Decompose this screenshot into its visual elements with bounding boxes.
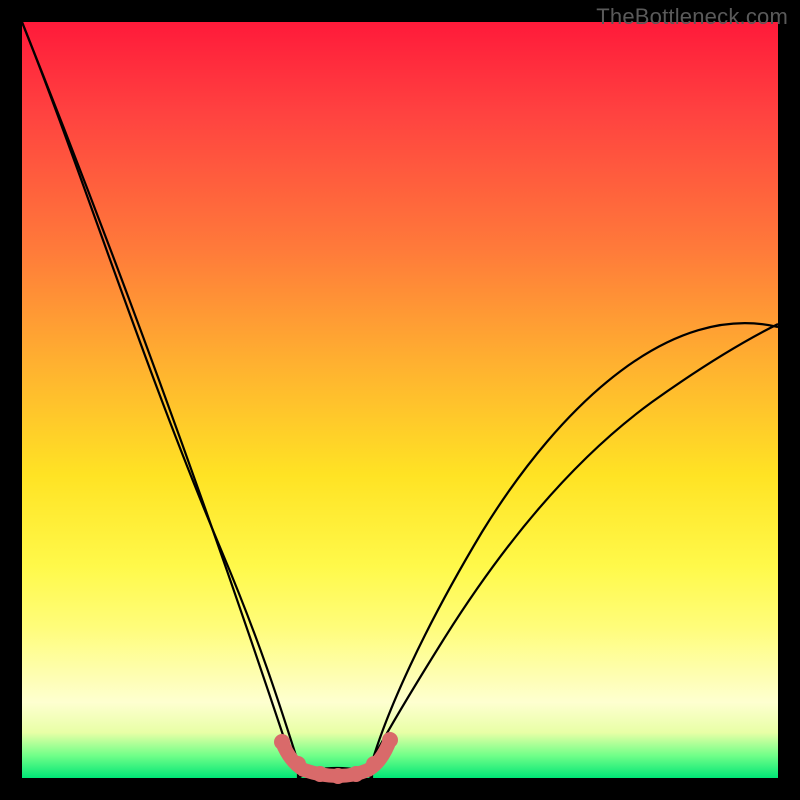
bottleneck-curve — [22, 22, 778, 778]
floor-dot — [274, 734, 290, 750]
floor-dot — [348, 766, 364, 782]
chart-svg — [22, 22, 778, 778]
chart-frame: TheBottleneck.com — [0, 0, 800, 800]
floor-dot — [330, 768, 346, 784]
floor-dot — [382, 732, 398, 748]
watermark-text: TheBottleneck.com — [596, 4, 788, 30]
floor-dot — [290, 756, 306, 772]
floor-dot — [312, 766, 328, 782]
curve-right-arm — [370, 324, 778, 764]
floor-dot — [366, 756, 382, 772]
